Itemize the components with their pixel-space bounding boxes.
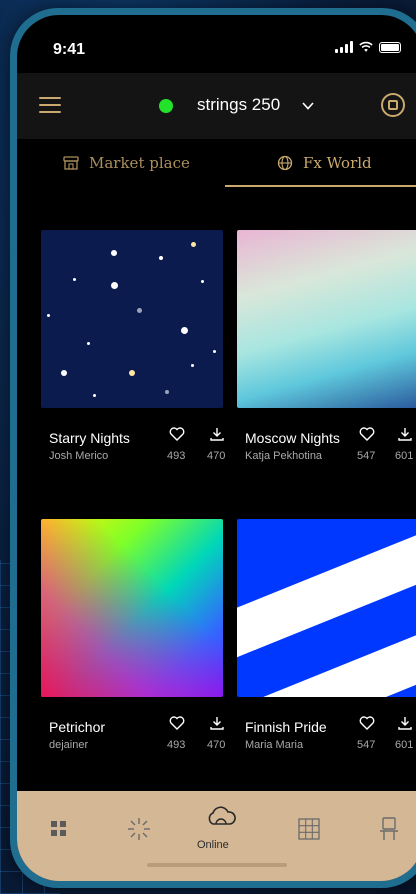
phone-frame: 9:41 strings 250 Market place Fx World S… [10,8,416,888]
sparkle-icon[interactable] [125,815,153,843]
battery-icon [379,41,401,53]
heart-icon[interactable] [169,426,185,442]
active-tab-indicator [225,185,416,187]
card-title: Starry Nights [49,430,130,446]
tab-bar: Market place Fx World [17,139,416,187]
signal-icon [335,41,353,53]
fx-thumbnail[interactable] [41,230,223,408]
heart-icon[interactable] [359,426,375,442]
fx-card[interactable]: Starry Nights Josh Merico 493 470 [41,230,225,462]
fx-thumbnail[interactable] [237,230,416,408]
tab-fx-world-label: Fx World [303,154,372,172]
card-author: dejainer [49,739,89,751]
fx-thumbnail[interactable] [237,519,416,697]
top-bar: strings 250 [17,73,416,139]
chevron-down-icon[interactable] [301,99,315,113]
download-count: 470 [207,450,226,462]
download-icon[interactable] [397,715,413,731]
grid-icon[interactable] [45,815,73,843]
card-title: Petrichor [49,719,106,735]
chair-icon[interactable] [375,815,403,843]
tab-fx-world[interactable]: Fx World [277,139,372,187]
store-icon [63,156,79,170]
device-selector-label[interactable]: strings 250 [197,95,280,115]
like-count: 493 [167,450,186,462]
card-title: Moscow Nights [245,430,340,446]
globe-icon [277,155,293,171]
fx-thumbnail[interactable] [41,519,223,697]
cloud-icon[interactable] [205,801,237,833]
menu-icon[interactable] [39,97,61,113]
download-count: 601 [395,739,414,751]
tab-market-place-label: Market place [89,154,190,172]
like-count: 547 [357,739,376,751]
wifi-icon [359,41,373,52]
tab-market-place[interactable]: Market place [63,139,190,187]
download-icon[interactable] [397,426,413,442]
status-bar: 9:41 [17,15,416,73]
nav-label-online: Online [197,839,229,851]
download-count: 470 [207,739,226,751]
app-screen: 9:41 strings 250 Market place Fx World S… [17,15,416,881]
stop-icon[interactable] [381,93,405,117]
card-author: Josh Merico [49,450,109,462]
status-icons [335,41,401,53]
fx-card[interactable]: Finnish Pride Maria Maria 547 601 [237,519,416,751]
heart-icon[interactable] [169,715,185,731]
card-author: Katja Pekhotina [245,450,323,462]
bottom-nav: Online [17,791,416,881]
device-status-dot [159,99,173,113]
heart-icon[interactable] [359,715,375,731]
card-author: Maria Maria [245,739,304,751]
like-count: 547 [357,450,376,462]
fx-card[interactable]: Petrichor dejainer 493 470 [41,519,225,751]
matrix-icon[interactable] [295,815,323,843]
download-icon[interactable] [209,715,225,731]
download-icon[interactable] [209,426,225,442]
status-time: 9:41 [53,41,86,58]
fx-card[interactable]: Moscow Nights Katja Pekhotina 547 601 [237,230,416,462]
like-count: 493 [167,739,186,751]
download-count: 601 [395,450,414,462]
card-title: Finnish Pride [245,719,327,735]
home-indicator [147,863,287,867]
